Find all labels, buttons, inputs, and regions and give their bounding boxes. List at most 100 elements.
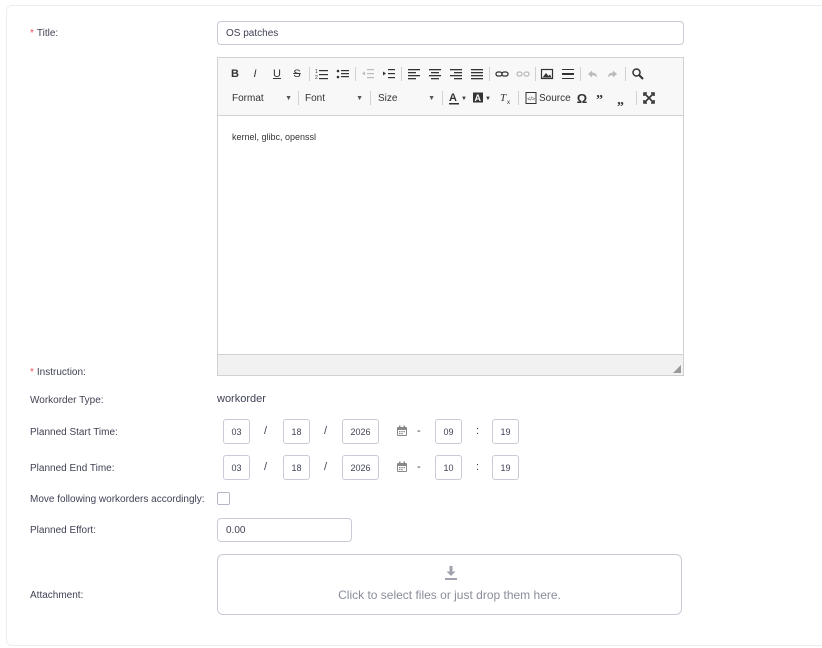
align-left-icon[interactable] [407, 66, 421, 82]
start-minute-input[interactable]: 19 [492, 419, 519, 444]
toolbar-separator [518, 91, 519, 105]
size-combo[interactable]: Size ▼ [378, 90, 435, 106]
date-separator: / [264, 425, 268, 437]
text-color-icon[interactable]: A ▼ [448, 90, 468, 106]
instruction-label: * Instruction: [30, 367, 86, 378]
format-combo[interactable]: Format ▼ [232, 90, 292, 106]
title-input-value: OS patches [226, 27, 279, 39]
quote-icon[interactable]: „ [617, 90, 631, 106]
image-icon[interactable] [540, 66, 554, 82]
calendar-icon[interactable] [396, 425, 408, 437]
find-icon[interactable] [631, 66, 645, 82]
svg-text:2: 2 [315, 75, 318, 81]
justify-icon[interactable] [470, 66, 484, 82]
end-year-input[interactable]: 2026 [342, 455, 379, 480]
date-separator: / [324, 461, 328, 473]
editor-content[interactable]: kernel, glibc, openssl [232, 132, 316, 142]
toolbar-separator [298, 91, 299, 105]
strike-button[interactable]: S [290, 66, 304, 82]
toolbar-separator [370, 91, 371, 105]
toolbar-separator [401, 67, 402, 81]
svg-text:A: A [475, 93, 482, 103]
numbered-list-icon[interactable]: 12 [315, 66, 329, 82]
instruction-label-text: Instruction: [36, 367, 86, 378]
italic-button[interactable]: I [248, 66, 262, 82]
workorder-type-label: Workorder Type: [30, 395, 104, 406]
title-label: * Title: [30, 28, 58, 39]
blockquote-icon[interactable]: ” [596, 90, 610, 106]
background-color-icon[interactable]: A ▼ [472, 90, 492, 106]
date-separator: / [324, 425, 328, 437]
svg-text:„: „ [617, 93, 624, 106]
undo-icon[interactable] [585, 66, 599, 82]
outdent-icon[interactable] [361, 66, 375, 82]
move-following-label: Move following workorders accordingly: [30, 494, 205, 505]
toolbar-separator [309, 67, 310, 81]
source-button[interactable]: Source [539, 90, 575, 106]
editor-toolbar: B I U S 12 Format ▼ Font ▼ Size ▼ A ▼ A ▼ [218, 58, 683, 116]
move-following-checkbox[interactable] [217, 492, 230, 505]
dropzone-text: Click to select files or just drop them … [338, 588, 561, 602]
required-mark: * [30, 367, 34, 378]
title-label-text: Title: [36, 28, 59, 39]
attachment-dropzone[interactable]: Click to select files or just drop them … [217, 554, 682, 615]
toolbar-separator [489, 67, 490, 81]
start-year-input[interactable]: 2026 [342, 419, 379, 444]
resize-handle-icon[interactable] [673, 365, 681, 373]
planned-effort-label: Planned Effort: [30, 525, 96, 536]
align-right-icon[interactable] [449, 66, 463, 82]
end-month-input[interactable]: 03 [223, 455, 250, 480]
redo-icon[interactable] [606, 66, 620, 82]
svg-text:A: A [449, 92, 457, 104]
source-label: Source [539, 92, 571, 104]
start-month-input[interactable]: 03 [223, 419, 250, 444]
svg-text:x: x [507, 100, 510, 106]
planned-end-label: Planned End Time: [30, 463, 115, 474]
planned-start-label: Planned Start Time: [30, 427, 118, 438]
bold-button[interactable]: B [228, 66, 242, 82]
end-minute-input[interactable]: 19 [492, 455, 519, 480]
format-combo-label: Format [232, 92, 264, 104]
calendar-icon[interactable] [396, 461, 408, 473]
font-combo[interactable]: Font ▼ [305, 90, 363, 106]
indent-icon[interactable] [382, 66, 396, 82]
toolbar-separator [442, 91, 443, 105]
link-icon[interactable] [495, 66, 509, 82]
planned-effort-value: 0.00 [226, 524, 246, 536]
source-icon[interactable]: </> [524, 90, 538, 106]
svg-text:T: T [500, 92, 507, 104]
unlink-icon[interactable] [516, 66, 530, 82]
toolbar-separator [355, 67, 356, 81]
special-char-button[interactable]: Ω [575, 90, 589, 106]
underline-button[interactable]: U [270, 66, 284, 82]
horizontal-line-icon[interactable] [561, 66, 575, 82]
planned-effort-input[interactable]: 0.00 [217, 518, 352, 542]
align-center-icon[interactable] [428, 66, 442, 82]
svg-text:▼: ▼ [461, 96, 467, 102]
start-hour-input[interactable]: 09 [435, 419, 462, 444]
title-input[interactable]: OS patches [217, 21, 684, 45]
time-separator: : [476, 461, 480, 473]
attachment-label: Attachment: [30, 590, 84, 601]
chevron-down-icon: ▼ [356, 94, 363, 102]
toolbar-separator [580, 67, 581, 81]
chevron-down-icon: ▼ [428, 94, 435, 102]
bulleted-list-icon[interactable] [336, 66, 350, 82]
remove-format-icon[interactable]: Tx [499, 90, 513, 106]
download-icon [445, 566, 457, 580]
svg-text:”: ” [596, 93, 603, 106]
required-mark: * [30, 28, 34, 39]
toolbar-separator [535, 67, 536, 81]
toolbar-separator [636, 91, 637, 105]
workorder-type-value: workorder [217, 393, 266, 405]
instruction-editor[interactable]: B I U S 12 Format ▼ Font ▼ Size ▼ A ▼ A ▼ [217, 57, 684, 376]
end-hour-input[interactable]: 10 [435, 455, 462, 480]
end-day-input[interactable]: 18 [283, 455, 310, 480]
font-combo-label: Font [305, 92, 326, 104]
toolbar-separator [625, 67, 626, 81]
chevron-down-icon: ▼ [285, 94, 292, 102]
svg-text:</>: </> [527, 97, 535, 103]
time-separator: : [476, 425, 480, 437]
start-day-input[interactable]: 18 [283, 419, 310, 444]
maximize-icon[interactable] [642, 90, 656, 106]
